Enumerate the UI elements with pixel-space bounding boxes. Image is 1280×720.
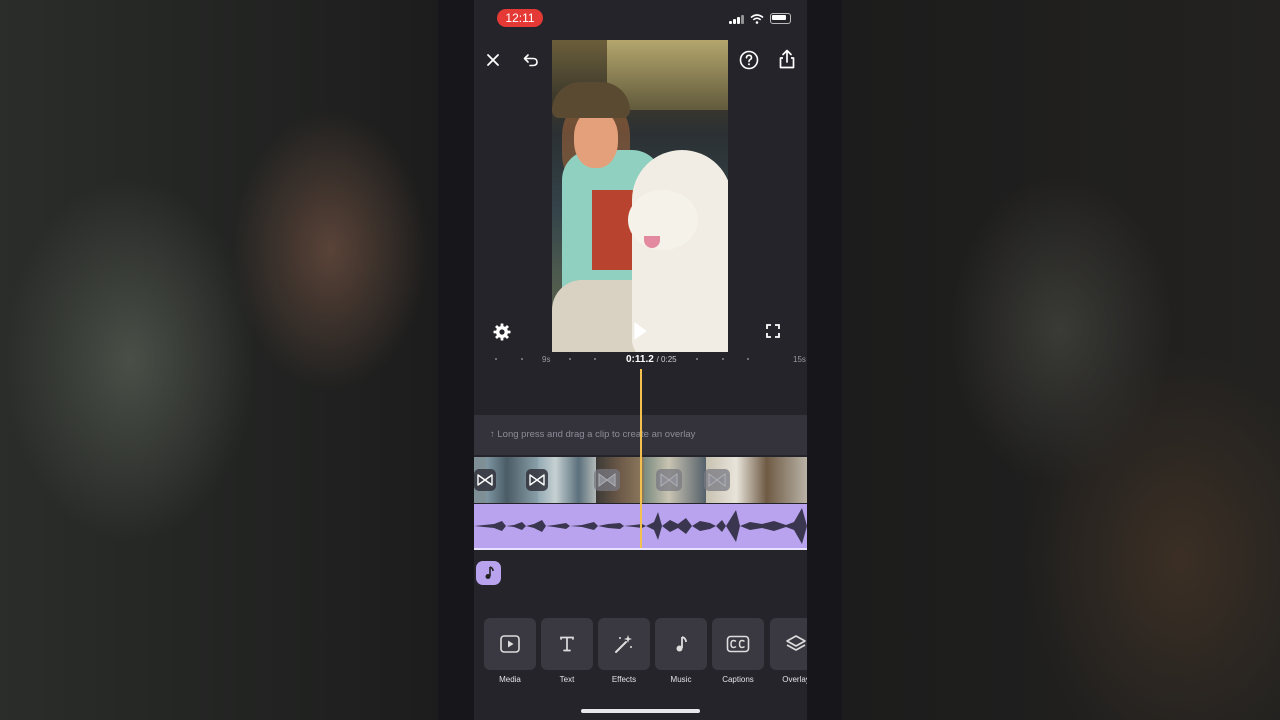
play-button[interactable]: [633, 322, 651, 342]
text-icon: [560, 636, 574, 652]
toolbar-overlay[interactable]: Overlay: [770, 618, 807, 684]
transition-icon: [708, 473, 726, 487]
media-icon: [500, 635, 520, 653]
total-time: / 0:25: [656, 355, 677, 364]
home-indicator: [581, 709, 700, 713]
toolbar-captions[interactable]: Captions: [712, 618, 764, 684]
toolbar-text[interactable]: Text: [541, 618, 593, 684]
transition-button[interactable]: [474, 469, 496, 491]
fullscreen-icon: [766, 324, 780, 338]
signal-icon: [729, 14, 744, 24]
share-button[interactable]: [774, 46, 800, 72]
toolbar-text-label: Text: [559, 675, 575, 684]
toolbar-effects[interactable]: Effects: [598, 618, 650, 684]
help-button[interactable]: [736, 47, 762, 73]
app-screen: 12:11 9s 15s 0:11.2 / 0:25 ↑ Long press …: [474, 0, 807, 720]
layers-icon: [786, 635, 806, 651]
cc-icon: [726, 635, 750, 653]
transition-icon: [529, 474, 545, 486]
transition-button[interactable]: [704, 469, 730, 491]
toolbar-music[interactable]: Music: [655, 618, 707, 684]
toolbar-captions-label: Captions: [722, 675, 754, 684]
help-icon: [739, 50, 759, 70]
toolbar-overlay-label: Overlay: [782, 675, 807, 684]
status-time: 12:11: [497, 9, 543, 27]
music-track-badge[interactable]: [476, 561, 501, 585]
transition-icon: [660, 473, 678, 487]
magic-wand-icon: [615, 635, 632, 653]
transition-icon: [598, 473, 616, 487]
toolbar-effects-label: Effects: [611, 675, 637, 684]
playhead-time: 0:11.2 / 0:25: [626, 354, 677, 365]
share-icon: [779, 49, 795, 69]
wifi-icon: [750, 14, 764, 24]
transition-button[interactable]: [656, 469, 682, 491]
ruler-tick-end: 15s: [793, 355, 806, 364]
play-icon: [634, 322, 647, 340]
toolbar-music-label: Music: [670, 675, 692, 684]
status-bar: 12:11: [474, 6, 807, 30]
close-icon: [487, 54, 499, 66]
settings-button[interactable]: [493, 323, 511, 346]
toolbar-media-label: Media: [499, 675, 521, 684]
gear-icon: [493, 323, 511, 341]
bottom-toolbar: Media Text Effects Music Captions Overla: [484, 618, 807, 690]
status-icons: [729, 13, 791, 24]
transition-button[interactable]: [594, 469, 620, 491]
music-note-icon: [485, 566, 494, 579]
transition-button[interactable]: [526, 469, 548, 491]
close-button[interactable]: [480, 47, 506, 73]
transition-icon: [477, 474, 493, 486]
playhead[interactable]: [640, 369, 642, 548]
music-note-icon: [676, 636, 687, 652]
undo-icon: [523, 54, 538, 67]
undo-button[interactable]: [518, 47, 544, 73]
ruler-tick-start: 9s: [542, 355, 551, 364]
video-preview[interactable]: [552, 40, 728, 352]
toolbar-media[interactable]: Media: [484, 618, 536, 684]
fullscreen-button[interactable]: [766, 324, 780, 343]
battery-icon: [770, 13, 791, 24]
current-time: 0:11.2: [626, 354, 654, 365]
